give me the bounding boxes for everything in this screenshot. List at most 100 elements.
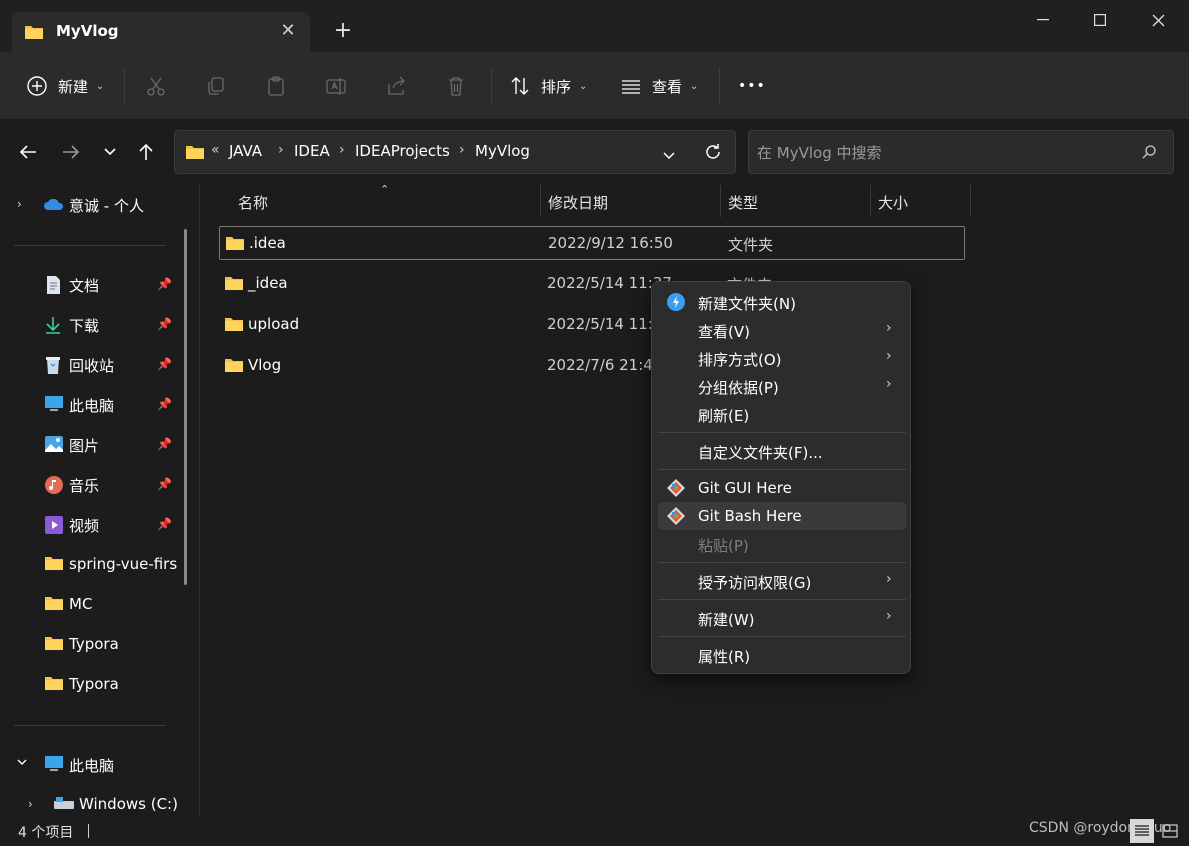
pin-icon[interactable]: 📌	[157, 477, 172, 491]
sidebar-item-label: spring-vue-firs	[69, 555, 178, 573]
up-button[interactable]	[133, 139, 159, 165]
breadcrumb-separator[interactable]: ›	[459, 142, 465, 158]
forward-button[interactable]	[58, 139, 84, 165]
chevron-right-icon: ›	[886, 348, 892, 364]
menu-item-new[interactable]: 新建(W) ›	[658, 604, 906, 632]
chevron-down-icon: ⌄	[579, 80, 588, 92]
recent-locations-button[interactable]	[97, 139, 123, 165]
overflow-icon[interactable]: «	[211, 142, 220, 158]
breadcrumb-idea[interactable]: IDEA	[294, 142, 330, 160]
menu-item-label: 新建文件夹(N)	[698, 295, 796, 313]
sidebar-item-videos[interactable]: 视频 📌	[0, 506, 180, 544]
column-divider[interactable]	[720, 185, 721, 217]
chevron-right-icon: ›	[886, 376, 892, 392]
sort-button-label: 排序	[541, 77, 572, 96]
new-button[interactable]: 新建 ⌄	[26, 70, 104, 102]
sidebar-item-pictures[interactable]: 图片 📌	[0, 426, 180, 464]
new-tab-button[interactable]: +	[330, 18, 356, 44]
menu-item-refresh[interactable]: 刷新(E)	[658, 400, 906, 428]
sidebar-item-this-pc[interactable]: 此电脑 📌	[0, 386, 180, 424]
back-button[interactable]	[15, 139, 41, 165]
view-button[interactable]: 查看 ⌄	[620, 70, 698, 102]
search-icon[interactable]	[1141, 144, 1157, 164]
sidebar-item-spring-vue[interactable]: spring-vue-firs	[0, 546, 180, 584]
menu-item-git-gui[interactable]: Git GUI Here	[658, 474, 906, 502]
close-button[interactable]	[1129, 0, 1187, 40]
address-bar[interactable]: « JAVA › IDEA › IDEAProjects › MyVlog	[174, 130, 736, 174]
divider	[719, 68, 720, 104]
chevron-down-icon	[104, 148, 116, 156]
menu-item-paste[interactable]: 粘贴(P)	[658, 530, 906, 558]
menu-item-customize-folder[interactable]: 自定义文件夹(F)...	[658, 437, 906, 465]
sidebar-item-onedrive[interactable]: › 意诚 - 个人	[0, 186, 180, 224]
sidebar-item-downloads[interactable]: 下载 📌	[0, 306, 180, 344]
cut-icon[interactable]	[142, 72, 170, 100]
sidebar-item-this-pc-root[interactable]: 此电脑	[0, 746, 180, 784]
breadcrumb-java[interactable]: JAVA	[229, 142, 262, 160]
sidebar-item-mc[interactable]: MC	[0, 586, 180, 624]
share-icon[interactable]	[382, 72, 410, 100]
file-name: .idea	[249, 234, 286, 252]
tab-close-icon[interactable]: ✕	[276, 20, 300, 44]
minimize-button[interactable]	[1014, 0, 1072, 40]
tab-myvlog[interactable]: MyVlog ✕	[12, 12, 310, 52]
delete-icon[interactable]	[442, 72, 470, 100]
menu-item-git-bash[interactable]: Git Bash Here	[658, 502, 906, 530]
menu-item-new-folder[interactable]: 新建文件夹(N)	[658, 288, 906, 316]
address-row: « JAVA › IDEA › IDEAProjects › MyVlog	[0, 121, 1189, 183]
chevron-down-icon[interactable]	[16, 754, 28, 772]
menu-separator	[658, 562, 906, 563]
pin-icon[interactable]: 📌	[157, 437, 172, 451]
tiles-view-icon	[1162, 824, 1178, 838]
sidebar-item-music[interactable]: 音乐 📌	[0, 466, 180, 504]
maximize-button[interactable]	[1071, 0, 1129, 40]
breadcrumb-myvlog[interactable]: MyVlog	[475, 142, 530, 160]
details-view-button[interactable]	[1130, 819, 1154, 843]
column-header-date[interactable]: 修改日期	[548, 192, 608, 213]
rename-icon[interactable]	[322, 72, 350, 100]
more-options-button[interactable]: •••	[738, 70, 766, 102]
status-divider	[88, 824, 89, 838]
menu-item-label: 刷新(E)	[698, 407, 750, 425]
search-box[interactable]	[748, 130, 1174, 174]
menu-item-properties[interactable]: 属性(R)	[658, 641, 906, 669]
menu-item-grant-access[interactable]: 授予访问权限(G) ›	[658, 567, 906, 595]
pin-icon[interactable]: 📌	[157, 357, 172, 371]
sidebar-scrollbar[interactable]	[184, 229, 187, 585]
table-row[interactable]: .idea 2022/9/12 16:50 文件夹	[219, 226, 965, 260]
menu-item-view[interactable]: 查看(V) ›	[658, 316, 906, 344]
column-header-name[interactable]: 名称	[238, 192, 268, 213]
paste-icon[interactable]	[262, 72, 290, 100]
column-divider[interactable]	[540, 185, 541, 217]
sidebar-item-recycle-bin[interactable]: 回收站 📌	[0, 346, 180, 384]
pin-icon[interactable]: 📌	[157, 277, 172, 291]
column-divider[interactable]	[870, 185, 871, 217]
breadcrumb-ideaprojects[interactable]: IDEAProjects	[355, 142, 450, 160]
column-header-size[interactable]: 大小	[878, 192, 908, 213]
breadcrumb-separator[interactable]: ›	[278, 142, 284, 158]
menu-item-group-by[interactable]: 分组依据(P) ›	[658, 372, 906, 400]
divider	[14, 725, 166, 726]
pin-icon[interactable]: 📌	[157, 517, 172, 531]
sort-button[interactable]: 排序 ⌄	[509, 70, 587, 102]
refresh-icon[interactable]	[703, 142, 723, 166]
sidebar-item-typora-2[interactable]: Typora	[0, 666, 180, 704]
copy-icon[interactable]	[202, 72, 230, 100]
sidebar-item-typora[interactable]: Typora	[0, 626, 180, 664]
menu-item-sort-by[interactable]: 排序方式(O) ›	[658, 344, 906, 372]
pin-icon[interactable]: 📌	[157, 317, 172, 331]
sidebar-item-documents[interactable]: 文档 📌	[0, 266, 180, 304]
tiles-view-button[interactable]	[1158, 819, 1182, 843]
folder-icon	[44, 675, 64, 695]
chevron-right-icon[interactable]: ›	[17, 197, 22, 211]
chevron-right-icon[interactable]: ›	[28, 797, 33, 811]
search-input[interactable]	[757, 141, 1127, 165]
column-header-type[interactable]: 类型	[728, 192, 758, 213]
breadcrumb-separator[interactable]: ›	[339, 142, 345, 158]
this-pc-icon	[44, 395, 64, 415]
column-divider[interactable]	[970, 185, 971, 217]
new-folder-icon	[666, 292, 686, 312]
address-history-chevron-icon[interactable]	[662, 147, 676, 165]
command-bar: 新建 ⌄ 排序 ⌄ 查看 ⌄ •••	[0, 52, 1189, 120]
pin-icon[interactable]: 📌	[157, 397, 172, 411]
